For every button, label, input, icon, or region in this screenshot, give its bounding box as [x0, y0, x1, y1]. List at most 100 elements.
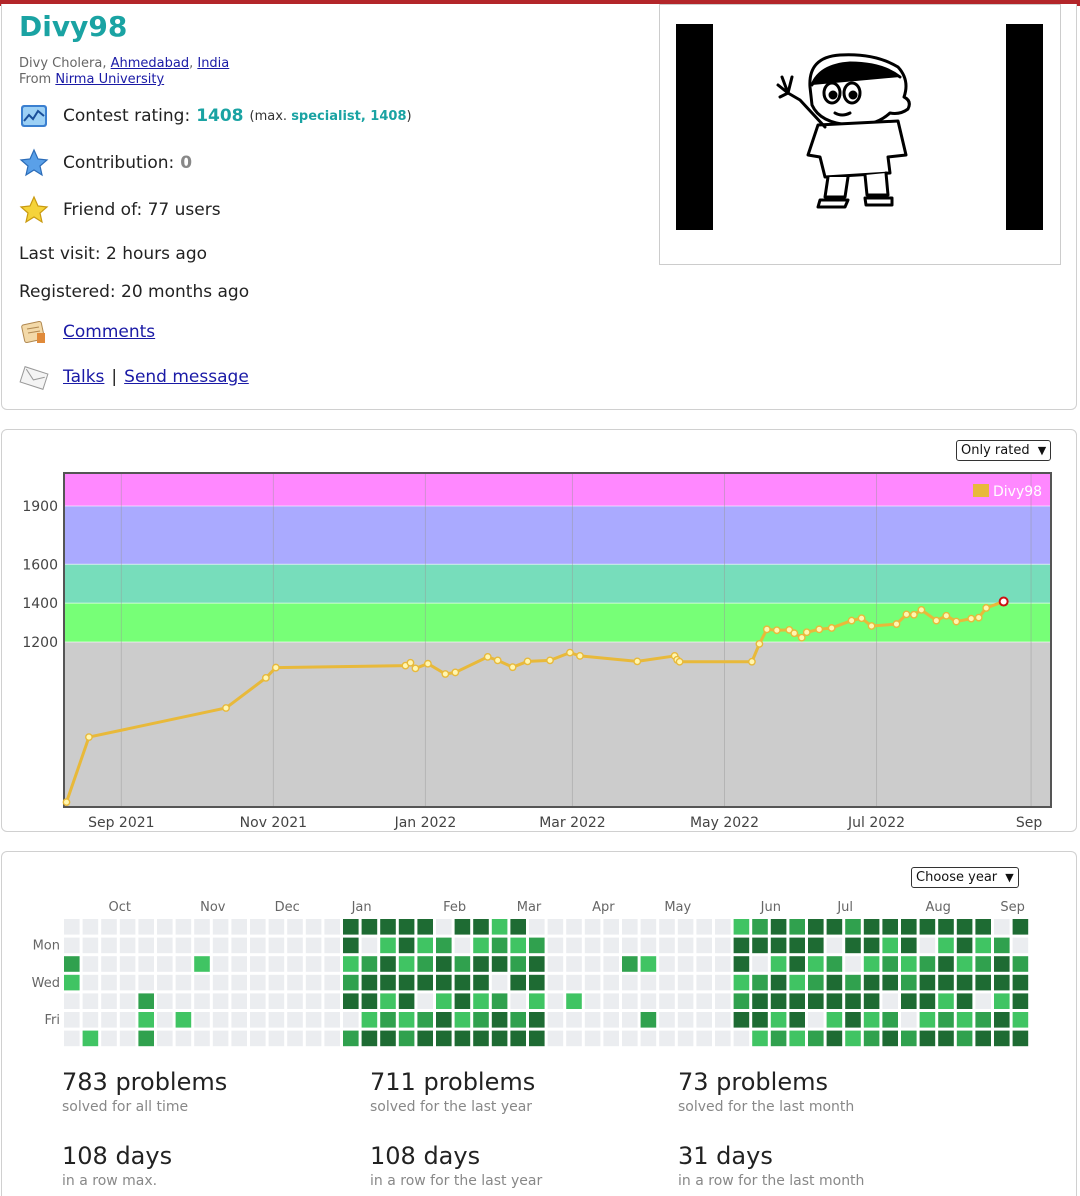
stat-month-problems-caption: solved for the last month	[678, 1099, 855, 1115]
rating-point	[974, 613, 983, 622]
heatmap-cell	[584, 1030, 601, 1047]
heatmap-cell	[1012, 1012, 1029, 1028]
heatmap-cell	[938, 919, 954, 935]
heatmap-cell	[454, 1012, 471, 1028]
heatmap-cell	[380, 937, 396, 954]
heatmap-cell	[956, 919, 973, 935]
heatmap-month-label: Jan	[351, 900, 372, 915]
heatmap-cell	[789, 1030, 805, 1047]
heatmap-cell	[752, 919, 768, 935]
stat-month-streak-caption: in a row for the last month	[678, 1173, 865, 1189]
heatmap-cell	[287, 974, 303, 991]
university-link[interactable]: Nirma University	[55, 72, 164, 87]
heatmap-cell	[324, 956, 340, 972]
rating-point	[967, 614, 976, 623]
heatmap-cell	[956, 974, 973, 991]
heatmap-cell	[250, 974, 266, 991]
heatmap-cell	[529, 974, 545, 991]
heatmap-cell	[938, 993, 954, 1009]
registered-row: Registered: 20 months ago	[19, 282, 249, 302]
rating-point	[523, 657, 532, 666]
heatmap-cell	[696, 956, 712, 972]
heatmap-cell	[919, 937, 936, 954]
heatmap-cell	[417, 937, 433, 954]
heatmap-cell	[659, 956, 675, 972]
heatmap-cell	[417, 974, 433, 991]
contest-rating-label: Contest rating:	[63, 106, 191, 126]
heatmap-cell	[268, 956, 285, 972]
stat-max-streak: 108 days	[62, 1142, 173, 1170]
heatmap-month-label: Dec	[275, 900, 300, 915]
heatmap-cell	[436, 956, 452, 972]
country-link[interactable]: India	[197, 56, 229, 71]
heatmap-cell	[212, 1012, 229, 1028]
heatmap-cell	[845, 956, 861, 972]
heatmap-cell	[119, 919, 136, 935]
heatmap-cell	[138, 937, 154, 954]
heatmap-cell	[547, 993, 564, 1009]
contest-rating-row: Contest rating: 1408 (max. specialist, 1…	[19, 101, 412, 131]
rating-band-3	[64, 506, 1051, 565]
rating-point	[847, 616, 856, 625]
heatmap-cell	[305, 919, 322, 935]
heatmap-cell	[287, 937, 303, 954]
heatmap-cell	[119, 937, 136, 954]
heatmap-cell	[640, 1030, 657, 1047]
heatmap-month-label: Mar	[517, 900, 542, 915]
heatmap-cell	[398, 1012, 415, 1028]
rating-point	[952, 617, 961, 626]
heatmap-cell	[845, 974, 861, 991]
heatmap-cell	[715, 993, 731, 1009]
heatmap-cell	[305, 974, 322, 991]
heatmap-cell	[361, 993, 378, 1009]
heatmap-cell	[64, 919, 80, 935]
heatmap-cell	[64, 1030, 80, 1047]
heatmap-cell	[882, 919, 898, 935]
heatmap-cell	[529, 1030, 545, 1047]
rating-point	[85, 733, 93, 741]
year-select[interactable]: Choose year ▼	[911, 867, 1019, 888]
heatmap-cell	[101, 993, 117, 1009]
heatmap-cell	[212, 974, 229, 991]
send-message-link[interactable]: Send message	[124, 367, 249, 387]
heatmap-cell	[789, 937, 805, 954]
talks-link[interactable]: Talks	[63, 367, 104, 387]
heatmap-cell	[268, 937, 285, 954]
heatmap-cell	[789, 956, 805, 972]
chevron-down-icon: ▼	[1005, 871, 1014, 884]
heatmap-cell	[1012, 1030, 1029, 1047]
heatmap-cell	[938, 1012, 954, 1028]
rating-point	[222, 704, 230, 712]
heatmap-cell	[975, 937, 991, 954]
heatmap-cell	[194, 956, 210, 972]
heatmap-cell	[157, 1012, 173, 1028]
heatmap-cell	[863, 1012, 880, 1028]
heatmap-cell	[994, 937, 1010, 954]
heatmap-cell	[324, 1030, 340, 1047]
heatmap-cell	[826, 1030, 843, 1047]
rating-point	[508, 663, 517, 672]
heatmap-cell	[250, 937, 266, 954]
heatmap-cell	[436, 1012, 452, 1028]
avatar	[659, 4, 1061, 265]
heatmap-cell	[919, 956, 936, 972]
heatmap-cell	[64, 993, 80, 1009]
heatmap-month-label: Oct	[109, 900, 131, 915]
heatmap-cell	[770, 1012, 787, 1028]
heatmap-cell	[677, 993, 694, 1009]
heatmap-cell	[919, 919, 936, 935]
city-link[interactable]: Ahmedabad	[111, 56, 189, 71]
heatmap-cell	[175, 919, 192, 935]
user-handle[interactable]: Divy98	[19, 10, 127, 43]
heatmap-day-label: Mon	[33, 939, 60, 954]
rating-point	[493, 656, 502, 665]
heatmap-cell	[882, 956, 898, 972]
heatmap-cell	[770, 919, 787, 935]
heatmap-month-label: Sep	[1000, 900, 1025, 915]
heatmap-cell	[808, 974, 824, 991]
x-tick-label: Mar 2022	[539, 815, 606, 831]
heatmap-cell	[566, 993, 582, 1009]
heatmap-cell	[473, 974, 489, 991]
heatmap-cell	[250, 956, 266, 972]
comments-link[interactable]: Comments	[63, 322, 155, 342]
